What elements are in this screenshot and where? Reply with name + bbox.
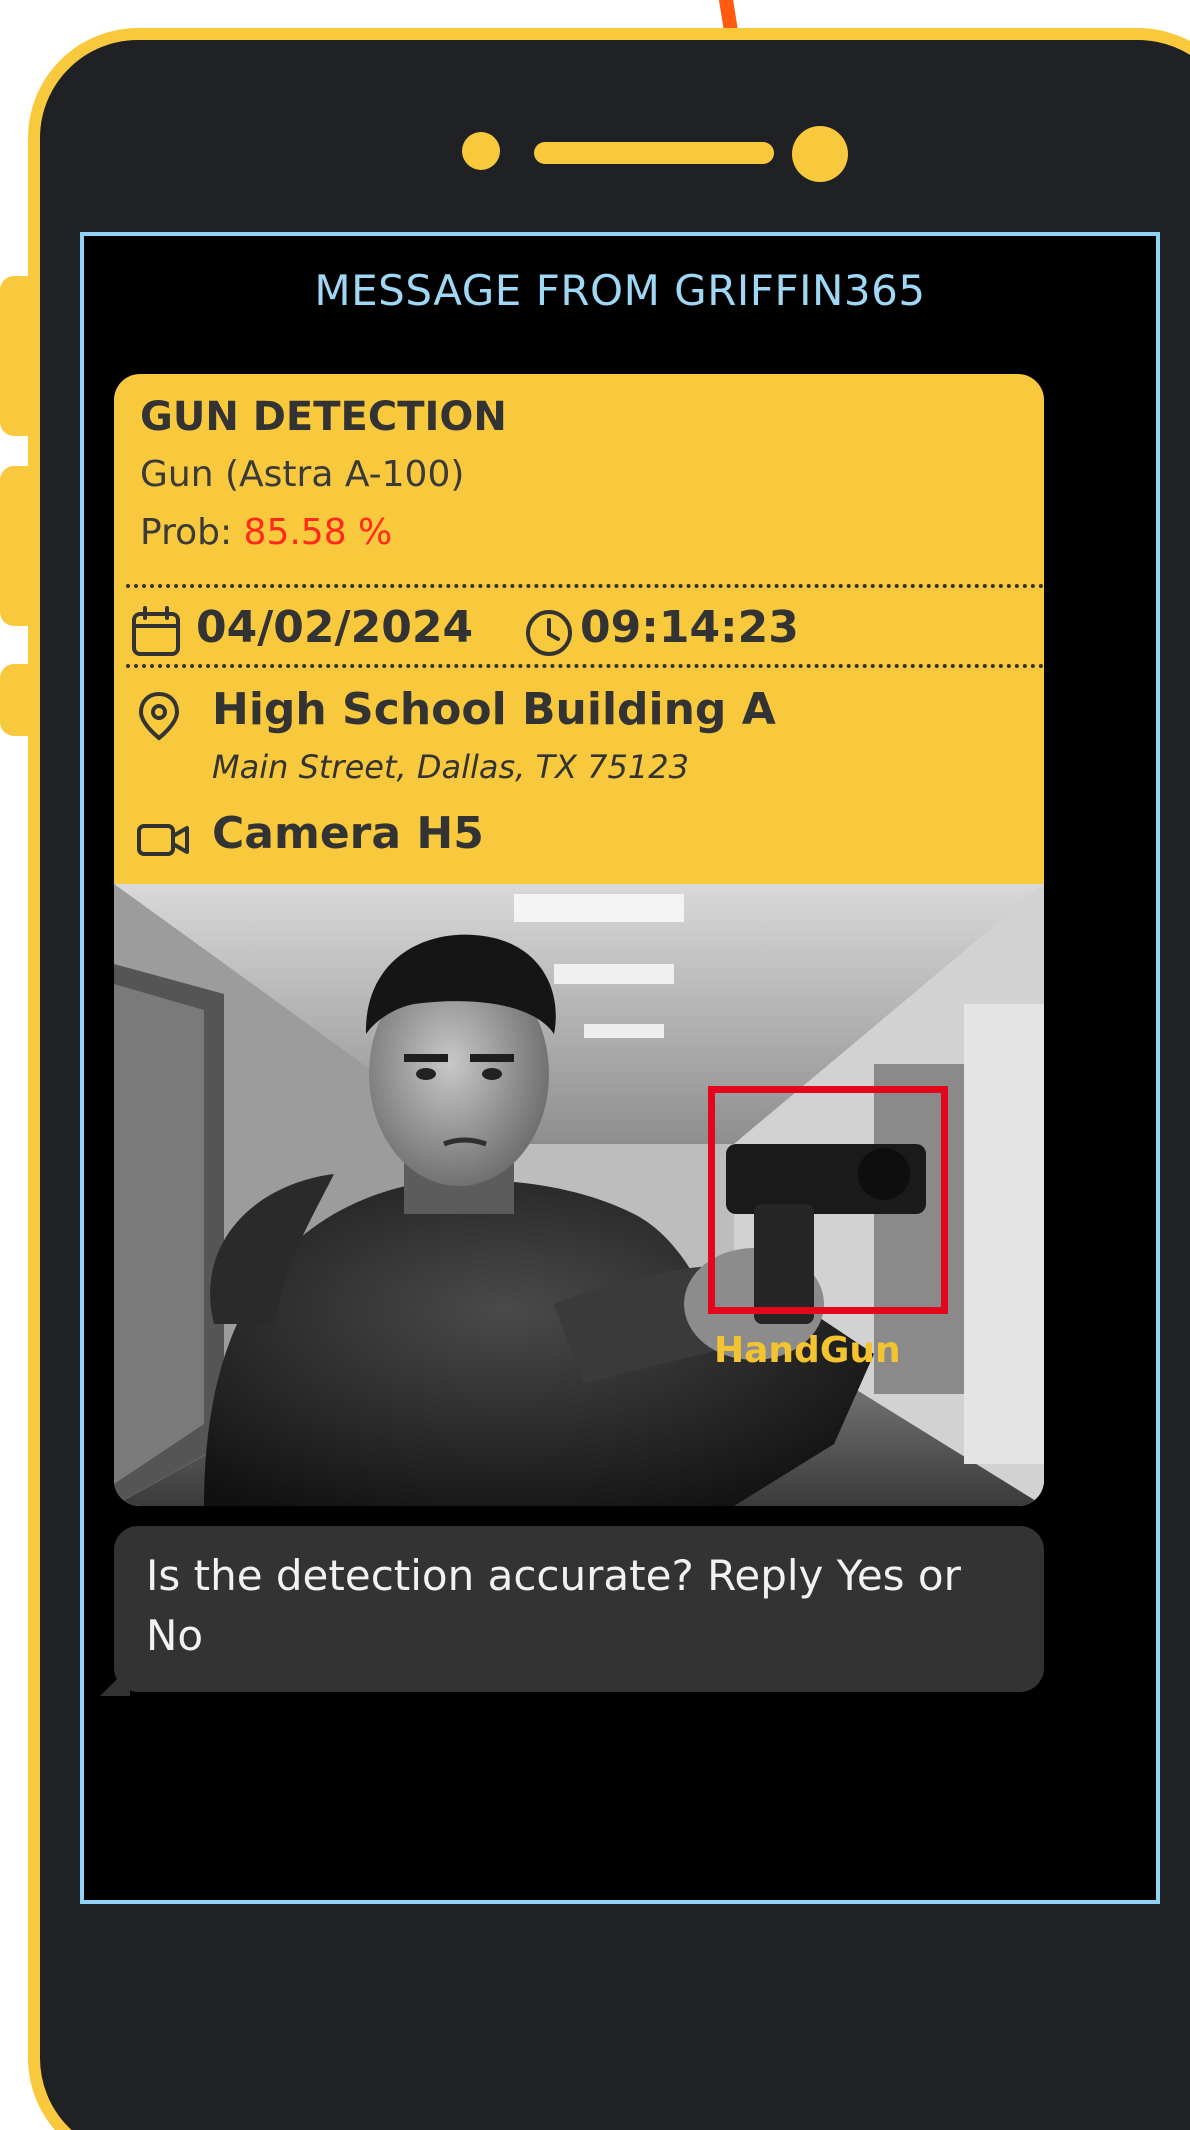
detection-date: 04/02/2024 <box>196 602 474 653</box>
detection-label: HandGun <box>714 1330 901 1371</box>
probability-value: 85.58 % <box>243 512 393 553</box>
reply-prompt: Is the detection accurate? Reply Yes or … <box>146 1551 961 1660</box>
weapon-type: Gun (Astra A-100) <box>140 454 465 495</box>
video-camera-icon <box>137 824 189 856</box>
location-pin-icon <box>138 691 180 741</box>
reply-bubble[interactable]: Is the detection accurate? Reply Yes or … <box>114 1526 1044 1692</box>
message-header: MESSAGE FROM GRIFFIN365 <box>314 266 926 315</box>
phone-screen: MESSAGE FROM GRIFFIN365 GUN DETECTION Gu… <box>80 232 1160 1904</box>
side-button-top <box>0 276 40 436</box>
clock-icon <box>526 610 572 656</box>
camera-name: Camera H5 <box>212 808 484 859</box>
divider-bottom <box>126 664 1044 668</box>
location-address: Main Street, Dallas, TX 75123 <box>212 748 689 786</box>
speaker-grille <box>534 142 774 164</box>
side-button-middle <box>0 466 40 626</box>
alert-card[interactable]: GUN DETECTION Gun (Astra A-100) Prob: 85… <box>114 374 1044 1506</box>
side-button-bottom <box>0 664 40 736</box>
alert-title: GUN DETECTION <box>140 394 507 440</box>
front-sensor-dot <box>792 126 848 182</box>
detection-bounding-box <box>708 1086 948 1314</box>
stage: MESSAGE FROM GRIFFIN365 GUN DETECTION Gu… <box>0 0 1190 2130</box>
probability-row: Prob: 85.58 % <box>140 512 392 553</box>
divider-top <box>126 584 1044 588</box>
detection-time: 09:14:23 <box>580 602 799 653</box>
detection-image[interactable]: HandGun <box>114 884 1044 1506</box>
probability-label: Prob: <box>140 512 233 553</box>
location-name: High School Building A <box>212 684 776 735</box>
calendar-icon <box>132 606 180 656</box>
front-camera-dot <box>462 132 500 170</box>
